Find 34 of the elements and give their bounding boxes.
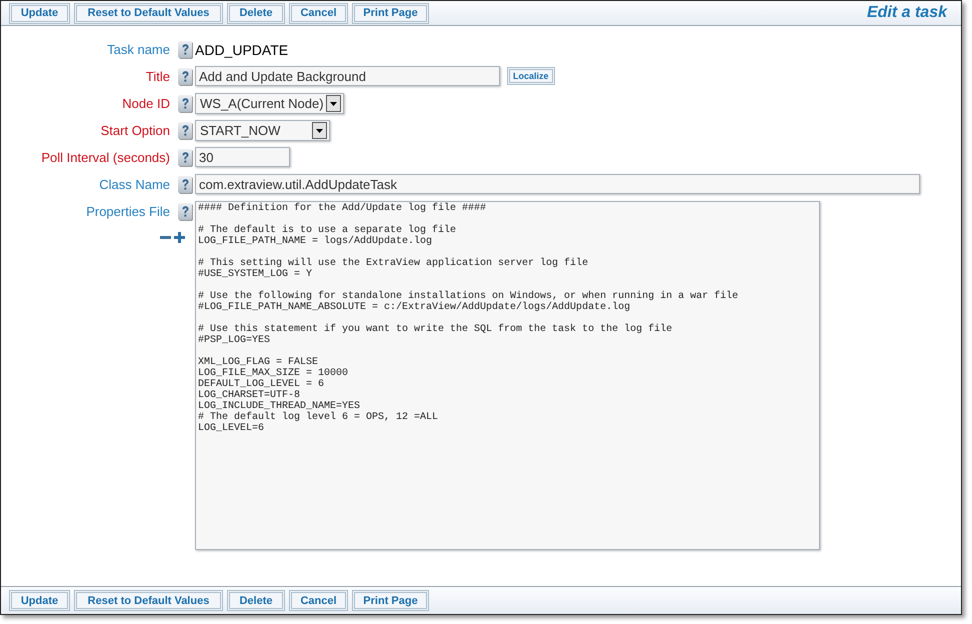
dropdown[interactable]: START_NOW: [195, 120, 330, 141]
text-field[interactable]: Add and Update Background: [195, 66, 500, 86]
expand-icon[interactable]: [174, 232, 185, 243]
toolbar-button[interactable]: Update: [9, 2, 70, 24]
text-field[interactable]: com.extraview.util.AddUpdateTask: [195, 174, 920, 194]
help-icon[interactable]: [178, 203, 193, 221]
toolbar-button[interactable]: Reset to Default Values: [74, 590, 223, 611]
toolbar-button[interactable]: Print Page: [352, 2, 429, 24]
help-icon[interactable]: [178, 176, 193, 194]
toolbar-button[interactable]: Reset to Default Values: [74, 2, 223, 24]
help-icon[interactable]: [178, 41, 193, 59]
field-label: Class Name: [99, 176, 170, 192]
field-label: Poll Interval (seconds): [41, 149, 170, 165]
help-icon[interactable]: [178, 149, 193, 167]
page-title: Edit a task: [866, 4, 947, 22]
field-label: Node ID: [122, 95, 170, 111]
properties-field[interactable]: #### Definition for the Add/Update log file #### # The default is to use a separate log file LOG_FILE_PATH_NAME = logs/AddUpdate.log # This setting will use the ExtraView application server log file #USE_SYSTEM_LOG = Y # Use the following for standalone installations on Windows, or when running in a war file #LOG_FILE_PATH_NAME_ABSOLUTE = c:/ExtraView/AddUpdate/logs/AddUpdate.log # Use this statement if you want to write the SQL from the task to the log file #PSP_LOG=YES XML_LOG_FLAG = FALSE LOG_FILE_MAX_SIZE = 10000 DEFAULT_LOG_LEVEL = 6 LOG_CHARSET=UTF-8 LOG_INCLUDE_THREAD_NAME=YES # The default log level 6 = OPS, 12 =ALL LOG_LEVEL=6: [195, 201, 820, 550]
toolbar-button[interactable]: Cancel: [289, 590, 348, 611]
field-label: Start Option: [100, 122, 170, 138]
field-label: Task name: [107, 41, 170, 57]
localize-button[interactable]: Localize: [507, 67, 555, 85]
field-label: Title: [146, 68, 170, 84]
toolbar-button[interactable]: Cancel: [289, 2, 348, 24]
field-label: Properties File: [86, 203, 170, 219]
help-icon[interactable]: [178, 95, 193, 113]
dropdown[interactable]: WS_A(Current Node): [195, 93, 344, 114]
field-value: ADD_UPDATE: [195, 41, 288, 58]
toolbar-button[interactable]: Delete: [227, 2, 285, 24]
toolbar-button[interactable]: Update: [9, 590, 70, 611]
text-field[interactable]: 30: [195, 147, 290, 167]
help-icon[interactable]: [178, 122, 193, 140]
help-icon[interactable]: [178, 68, 193, 86]
toolbar-button[interactable]: Delete: [227, 590, 285, 611]
toolbar-button[interactable]: Print Page: [352, 590, 429, 611]
